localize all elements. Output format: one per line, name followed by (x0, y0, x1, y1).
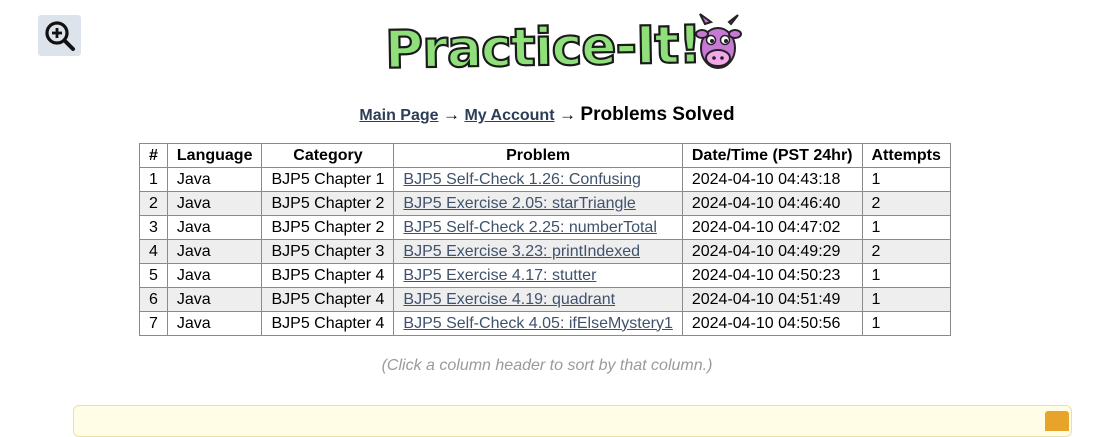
sort-hint: (Click a column header to sort by that c… (381, 357, 713, 374)
column-header-attempts[interactable]: Attempts (861, 143, 951, 168)
problem-link[interactable]: BJP5 Exercise 2.05: starTriangle (403, 195, 635, 212)
row-datetime: 2024-04-10 04:46:40 (681, 191, 863, 216)
row-attempts: 1 (861, 215, 951, 240)
row-attempts: 1 (861, 263, 951, 288)
row-problem-cell: BJP5 Exercise 4.19: quadrant (393, 287, 683, 312)
row-category: BJP5 Chapter 2 (261, 215, 395, 240)
row-number: 6 (139, 287, 168, 312)
row-category: BJP5 Chapter 4 (261, 311, 395, 336)
page-title: Problems Solved (580, 104, 735, 125)
row-language: Java (166, 311, 263, 336)
table-row: 1 Java BJP5 Chapter 1 BJP5 Self-Check 1.… (139, 167, 951, 192)
breadcrumb-arrow: → (558, 105, 576, 124)
row-problem-cell: BJP5 Self-Check 4.05: ifElseMystery1 (393, 311, 683, 336)
row-datetime: 2024-04-10 04:49:29 (681, 239, 863, 264)
row-datetime: 2024-04-10 04:51:49 (681, 287, 863, 312)
row-problem-cell: BJP5 Self-Check 2.25: numberTotal (393, 215, 683, 240)
row-attempts: 2 (861, 191, 951, 216)
cow-icon (695, 13, 742, 69)
row-category: BJP5 Chapter 4 (261, 287, 395, 312)
row-number: 4 (139, 239, 168, 264)
breadcrumb-arrow: → (442, 105, 460, 124)
table-header-row: # Language Category Problem Date/Time (P… (139, 143, 951, 168)
row-language: Java (166, 191, 263, 216)
row-datetime: 2024-04-10 04:50:56 (681, 311, 863, 336)
problem-link[interactable]: BJP5 Self-Check 1.26: Confusing (403, 171, 640, 188)
row-number: 5 (139, 263, 168, 288)
row-language: Java (166, 239, 263, 264)
column-header-category[interactable]: Category (261, 143, 395, 168)
problems-solved-table: # Language Category Problem Date/Time (P… (139, 143, 951, 336)
row-category: BJP5 Chapter 3 (261, 239, 395, 264)
row-attempts: 1 (861, 311, 951, 336)
row-datetime: 2024-04-10 04:43:18 (681, 167, 863, 192)
row-category: BJP5 Chapter 2 (261, 191, 395, 216)
problem-link[interactable]: BJP5 Exercise 4.17: stutter (403, 267, 596, 284)
row-number: 3 (139, 215, 168, 240)
column-header-number[interactable]: # (139, 143, 168, 168)
row-number: 7 (139, 311, 168, 336)
row-datetime: 2024-04-10 04:47:02 (681, 215, 863, 240)
row-language: Java (166, 263, 263, 288)
row-language: Java (166, 287, 263, 312)
table-row: 3 Java BJP5 Chapter 2 BJP5 Self-Check 2.… (139, 215, 951, 240)
row-problem-cell: BJP5 Self-Check 1.26: Confusing (393, 167, 683, 192)
problem-link[interactable]: BJP5 Exercise 4.19: quadrant (403, 291, 615, 308)
row-language: Java (166, 167, 263, 192)
table-row: 5 Java BJP5 Chapter 4 BJP5 Exercise 4.17… (139, 263, 951, 288)
column-header-datetime[interactable]: Date/Time (PST 24hr) (681, 143, 863, 168)
column-header-language[interactable]: Language (166, 143, 263, 168)
logo-wordmark: Practice-It! (385, 15, 702, 76)
table-row: 2 Java BJP5 Chapter 2 BJP5 Exercise 2.05… (139, 191, 951, 216)
row-category: BJP5 Chapter 1 (261, 167, 395, 192)
breadcrumb: Main Page → My Account → Problems Solved (0, 104, 1094, 126)
row-category: BJP5 Chapter 4 (261, 263, 395, 288)
table-row: 6 Java BJP5 Chapter 4 BJP5 Exercise 4.19… (139, 287, 951, 312)
notice-box (73, 405, 1072, 437)
notice-icon (1045, 411, 1069, 431)
table-row: 7 Java BJP5 Chapter 4 BJP5 Self-Check 4.… (139, 311, 951, 336)
problem-link[interactable]: BJP5 Exercise 3.23: printIndexed (403, 243, 640, 260)
row-problem-cell: BJP5 Exercise 4.17: stutter (393, 263, 683, 288)
zoom-button[interactable] (38, 15, 81, 56)
row-attempts: 1 (861, 167, 951, 192)
row-attempts: 1 (861, 287, 951, 312)
zoom-in-icon (44, 20, 75, 51)
table-row: 4 Java BJP5 Chapter 3 BJP5 Exercise 3.23… (139, 239, 951, 264)
row-number: 2 (139, 191, 168, 216)
row-datetime: 2024-04-10 04:50:23 (681, 263, 863, 288)
row-number: 1 (139, 167, 168, 192)
my-account-link[interactable]: My Account (464, 107, 554, 124)
row-problem-cell: BJP5 Exercise 3.23: printIndexed (393, 239, 683, 264)
practice-it-logo[interactable]: Practice-It! (383, 10, 763, 82)
column-header-problem[interactable]: Problem (393, 143, 683, 168)
problem-link[interactable]: BJP5 Self-Check 2.25: numberTotal (403, 219, 656, 236)
row-attempts: 2 (861, 239, 951, 264)
main-page-link[interactable]: Main Page (359, 107, 438, 124)
row-language: Java (166, 215, 263, 240)
problem-link[interactable]: BJP5 Self-Check 4.05: ifElseMystery1 (403, 315, 672, 332)
row-problem-cell: BJP5 Exercise 2.05: starTriangle (393, 191, 683, 216)
